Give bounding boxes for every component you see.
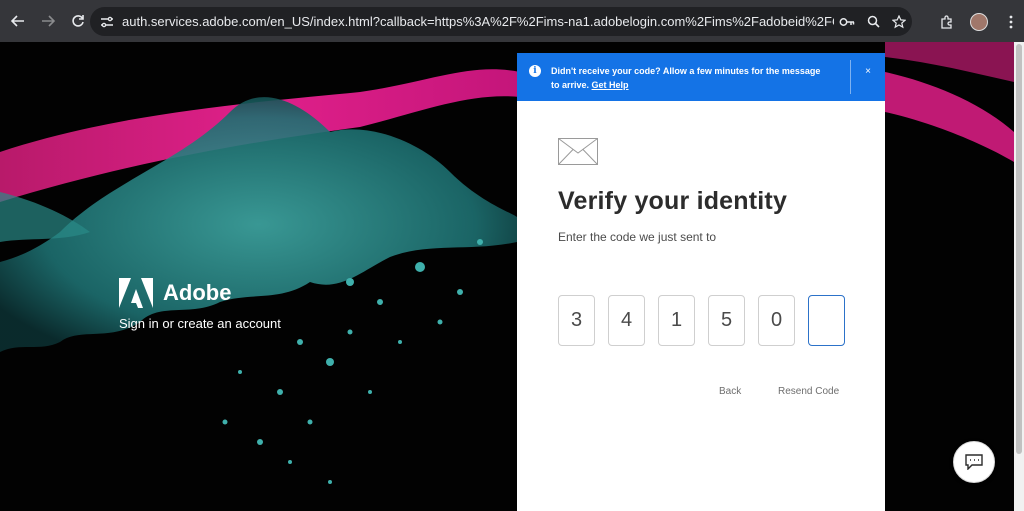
extensions-icon[interactable] — [934, 7, 960, 36]
code-digit-2[interactable]: 4 — [608, 295, 645, 346]
code-digit-3[interactable]: 1 — [658, 295, 695, 346]
page-subtitle: Enter the code we just sent to — [558, 230, 717, 244]
page-title: Verify your identity — [558, 187, 788, 215]
back-arrow-icon[interactable] — [6, 9, 30, 33]
back-button[interactable]: Back — [719, 386, 741, 397]
brand-tagline: Sign in or create an account — [119, 316, 281, 331]
brand-block: Adobe Sign in or create an account — [119, 278, 281, 331]
resend-code-button[interactable]: Resend Code — [778, 386, 839, 397]
profile-avatar[interactable] — [970, 12, 988, 31]
code-digit-5[interactable]: 0 — [758, 295, 795, 346]
notice-banner: i Didn't receive your code? Allow a few … — [517, 53, 885, 101]
info-icon: i — [529, 65, 541, 77]
chat-bubble-icon — [965, 454, 983, 470]
code-digit-1[interactable]: 3 — [558, 295, 595, 346]
url-text[interactable]: auth.services.adobe.com/en_US/index.html… — [122, 14, 834, 29]
reload-icon[interactable] — [66, 9, 90, 33]
chat-button[interactable] — [953, 441, 995, 483]
adobe-logo-icon — [119, 278, 153, 308]
banner-divider — [850, 60, 851, 94]
banner-message: Didn't receive your code? Allow a few mi… — [551, 64, 831, 92]
code-digit-4[interactable]: 5 — [708, 295, 745, 346]
menu-kebab-icon[interactable] — [998, 7, 1024, 36]
site-settings-icon[interactable] — [92, 7, 122, 36]
envelope-icon — [558, 138, 598, 165]
code-digit-6[interactable] — [808, 295, 845, 346]
forward-arrow-icon[interactable] — [36, 9, 60, 33]
address-bar[interactable]: auth.services.adobe.com/en_US/index.html… — [90, 7, 912, 36]
close-banner-button[interactable]: × — [860, 64, 876, 80]
get-help-link[interactable]: Get Help — [592, 80, 629, 90]
bookmark-star-icon[interactable] — [886, 7, 912, 36]
zoom-icon[interactable] — [860, 7, 886, 36]
scrollbar-thumb[interactable] — [1016, 44, 1022, 454]
browser-toolbar: auth.services.adobe.com/en_US/index.html… — [0, 0, 1024, 42]
brand-name: Adobe — [163, 280, 232, 305]
password-key-icon[interactable] — [834, 7, 860, 36]
verify-card: i Didn't receive your code? Allow a few … — [517, 53, 885, 511]
code-input-group: 3 4 1 5 0 — [558, 295, 858, 346]
